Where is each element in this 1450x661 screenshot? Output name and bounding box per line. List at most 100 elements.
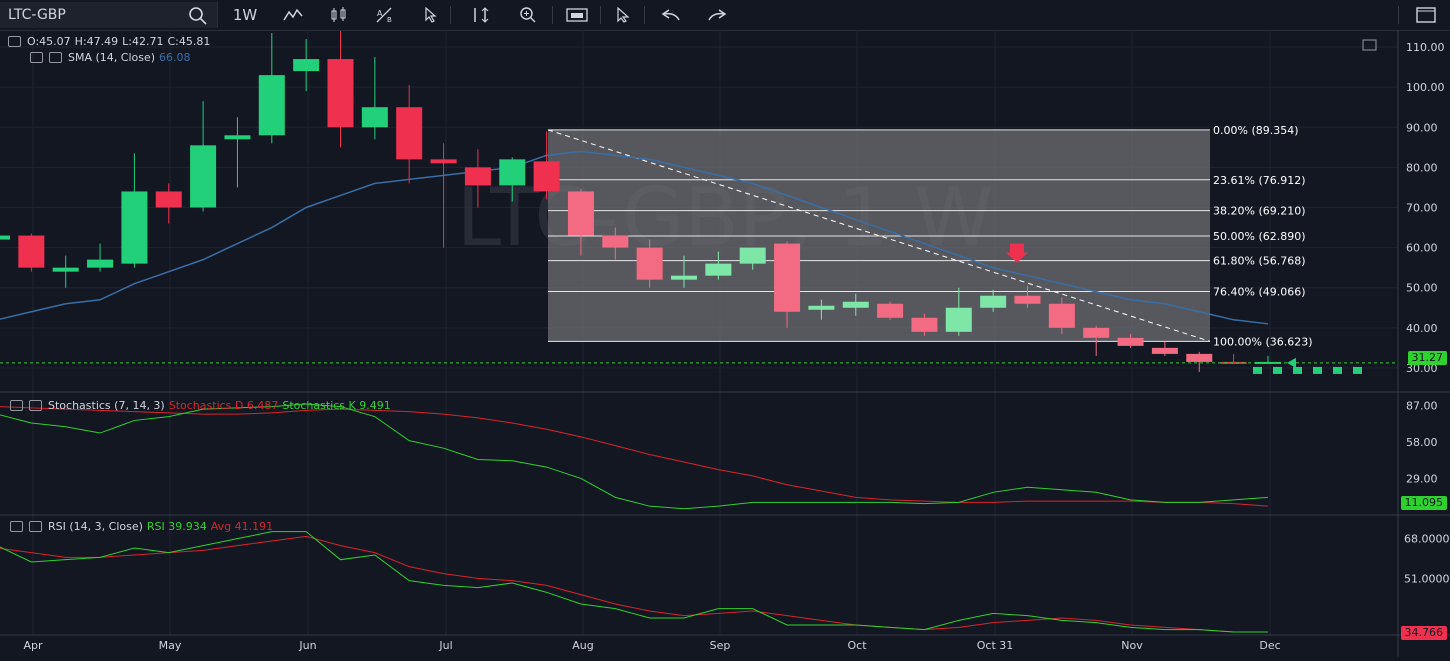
projection-marker (1293, 366, 1302, 374)
stoch-k-line (0, 403, 1268, 510)
symbol-input[interactable]: LTC-GBP (8, 7, 66, 23)
candle (842, 301, 869, 308)
chart-settings-icon (1362, 39, 1377, 51)
time-axis-label: Oct (847, 639, 867, 652)
candle (1151, 347, 1178, 354)
rsi-last-tag: 34.766 (1400, 626, 1447, 640)
candle (1048, 303, 1075, 328)
candle (430, 159, 457, 164)
chart-canvas[interactable]: LTC-GBP, 1 W 0.00% (89.354)23.61% (76.91… (0, 30, 1450, 657)
rsi-line (0, 531, 1268, 633)
sma-value: 66.08 (159, 51, 191, 64)
price-axis-label: 40.00 (1406, 322, 1438, 335)
line-tool-icon[interactable] (280, 4, 306, 26)
candle (121, 191, 148, 264)
settings-icon[interactable] (49, 52, 62, 63)
candle (1186, 353, 1213, 362)
candle (1083, 327, 1110, 338)
rsi-avg-line (0, 535, 1268, 633)
stoch-axis-label: 87.00 (1406, 399, 1438, 412)
fib-level-label: 38.20% (69.210) (1213, 205, 1306, 218)
rsi-value-label: RSI 39.934 (146, 520, 207, 533)
measure-icon[interactable] (468, 4, 494, 26)
projection-marker (1333, 366, 1342, 374)
pointer-select-icon[interactable] (612, 4, 634, 26)
last-price-tag: 31.27 (1407, 351, 1447, 365)
ohlc-legend: O:45.07 H:47.49 L:42.71 C:45.81 (8, 35, 210, 48)
settings-icon[interactable] (29, 521, 42, 532)
rsi-avg-label: Avg 41.191 (210, 520, 274, 533)
candle (945, 307, 972, 332)
price-axis-label: 80.00 (1406, 161, 1438, 174)
stoch-d-label: Stochastics D 6.487 (168, 399, 279, 412)
candle (739, 247, 766, 264)
candle (361, 107, 388, 128)
search-icon[interactable] (188, 6, 208, 30)
candle (602, 235, 629, 248)
ohlc-low: L:42.71 (122, 35, 164, 48)
redo-icon[interactable] (704, 4, 730, 26)
text-tool-icon[interactable]: AB (372, 4, 398, 26)
settings-icon[interactable] (29, 400, 42, 411)
stoch-axis-label: 29.00 (1406, 472, 1438, 485)
chart-area[interactable]: LTC-GBP, 1 W 0.00% (89.354)23.61% (76.91… (0, 30, 1450, 657)
ohlc-close: C:45.81 (167, 35, 211, 48)
candle (18, 235, 45, 268)
fib-level-label: 100.00% (36.623) (1213, 335, 1313, 348)
price-axis-label: 70.00 (1406, 201, 1438, 214)
svg-text:B: B (387, 16, 392, 23)
time-axis-label: Jun (298, 639, 316, 652)
candle (258, 75, 285, 136)
screenshot-icon[interactable] (564, 4, 590, 26)
stoch-axis-label: 58.00 (1406, 436, 1438, 449)
price-pointer-icon (1287, 357, 1296, 368)
stoch-last-tag: 11.095 (1400, 496, 1447, 510)
collapse-icon[interactable] (8, 36, 21, 47)
sma-label: SMA (14, Close) (68, 51, 156, 64)
fib-level-label: 76.40% (49.066) (1213, 285, 1306, 298)
candle-style-icon[interactable] (326, 4, 352, 26)
projection-marker (1273, 366, 1282, 374)
sma-legend: SMA (14, Close) 66.08 (30, 51, 191, 64)
price-axis-label: 100.00 (1406, 81, 1445, 94)
projection-marker (1253, 366, 1262, 374)
candle (190, 145, 217, 208)
candle (0, 235, 10, 240)
visibility-icon[interactable] (10, 521, 23, 532)
stoch-k-label: Stochastics K 9.491 (282, 399, 391, 412)
price-axis-label: 50.00 (1406, 282, 1438, 295)
cursor-icon[interactable] (420, 4, 442, 26)
zoom-icon[interactable] (516, 4, 540, 26)
symbol-search-box[interactable]: LTC-GBP (0, 2, 218, 28)
time-axis-label: Aug (572, 639, 593, 652)
candle (877, 303, 904, 318)
fib-level-label: 61.80% (56.768) (1213, 255, 1306, 268)
time-axis-label: Jul (438, 639, 452, 652)
ohlc-open: O:45.07 (27, 35, 71, 48)
candle (705, 263, 732, 276)
fib-level-label: 50.00% (62.890) (1213, 230, 1306, 243)
candle (808, 305, 835, 310)
candle (87, 259, 114, 268)
candle (155, 191, 182, 208)
ohlc-high: H:47.49 (74, 35, 119, 48)
interval-button[interactable]: 1W (228, 4, 262, 26)
time-axis-label: May (159, 639, 182, 652)
time-axis-label: Sep (710, 639, 731, 652)
visibility-icon[interactable] (10, 400, 23, 411)
candle (911, 317, 938, 332)
candle (396, 107, 423, 160)
svg-text:A: A (377, 9, 383, 18)
fib-level-label: 0.00% (89.354) (1213, 124, 1299, 137)
stoch-label: Stochastics (7, 14, 3) (48, 399, 165, 412)
undo-icon[interactable] (658, 4, 684, 26)
candle (636, 247, 663, 280)
candle (980, 295, 1007, 308)
visibility-icon[interactable] (30, 52, 43, 63)
candle (293, 59, 320, 72)
candle (52, 267, 79, 272)
time-axis-label: Apr (23, 639, 43, 652)
fullscreen-icon[interactable] (1412, 4, 1440, 26)
fib-level-label: 23.61% (76.912) (1213, 174, 1306, 187)
price-axis-label: 110.00 (1406, 41, 1445, 54)
